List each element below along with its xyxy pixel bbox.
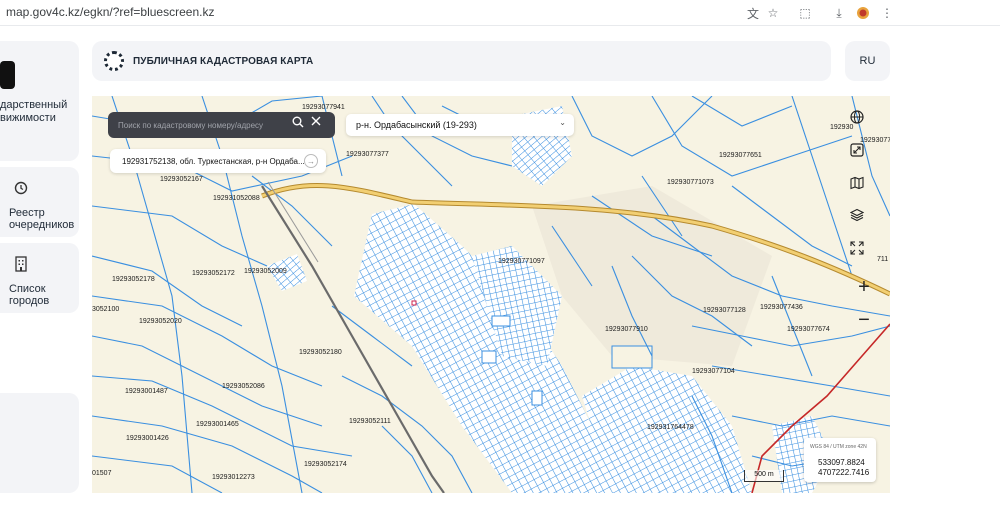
address-bar[interactable]: map.gov4c.kz/egkn/?ref=bluescreen.kz — [6, 5, 214, 19]
emblem-icon — [104, 51, 124, 71]
district-select[interactable]: р-н. Ордабасынский (19-293) ⌄ — [346, 114, 574, 136]
parcel-label[interactable]: 711 — [877, 256, 888, 263]
search-result-text: 192931752138, обл. Туркестанская, р-н Ор… — [122, 157, 304, 166]
close-icon[interactable] — [311, 116, 329, 134]
zoom-in-icon[interactable]: + — [850, 273, 878, 301]
sidebar-item-cities[interactable]: Список городов — [0, 243, 79, 313]
parcel-label[interactable]: 19293052172 — [192, 270, 235, 277]
parcel-label[interactable]: 19293077651 — [719, 152, 762, 159]
parcel-label[interactable]: 19293012273 — [212, 474, 255, 481]
parcel-label[interactable]: 19293077377 — [346, 151, 389, 158]
promo-card — [0, 393, 79, 493]
menu-icon[interactable]: ⋮ — [878, 4, 896, 22]
language-selector[interactable]: RU — [845, 41, 890, 81]
translate-icon[interactable]: 文 — [744, 4, 762, 22]
building-icon — [10, 253, 32, 275]
parcel-label[interactable]: 19293001465 — [196, 421, 239, 428]
search-result-item[interactable]: 192931752138, обл. Туркестанская, р-н Ор… — [110, 149, 326, 173]
map-book-icon[interactable] — [850, 176, 878, 204]
chevron-down-icon: ⌄ — [559, 118, 566, 127]
fullscreen-icon[interactable] — [850, 143, 878, 171]
page-header: ПУБЛИЧНАЯ КАДАСТРОВАЯ КАРТА — [92, 41, 831, 81]
district-value: р-н. Ордабасынский (19-293) — [356, 120, 477, 130]
sidebar-item-label: городов — [9, 295, 50, 307]
clock-icon — [10, 177, 32, 199]
brand-line-2: вижимости — [0, 112, 56, 124]
browser-toolbar: map.gov4c.kz/egkn/?ref=bluescreen.kz 文 ☆… — [0, 0, 1000, 26]
sidebar-item-label: очередников — [9, 219, 75, 231]
sidebar-item-queue[interactable]: Реестр очередников — [0, 167, 79, 237]
parcel-label[interactable]: 19293052167 — [160, 176, 203, 183]
parcel-label[interactable]: 19293052020 — [139, 318, 182, 325]
parcel-label[interactable]: 19293052086 — [222, 383, 265, 390]
download-icon[interactable]: ⤓ — [830, 4, 848, 22]
parcel-label[interactable]: 19293001487 — [125, 388, 168, 395]
search-box — [108, 112, 335, 138]
profile-icon[interactable] — [854, 4, 872, 22]
page-title: ПУБЛИЧНАЯ КАДАСТРОВАЯ КАРТА — [133, 56, 314, 67]
zoom-out-icon[interactable]: − — [850, 306, 878, 334]
brand-card: дарственный вижимости — [0, 41, 79, 161]
coordinates-panel: WGS 84 / UTM zone 42N 533097.8824 470722… — [804, 438, 876, 482]
layers-icon[interactable] — [850, 208, 878, 236]
parcel-label[interactable]: 19293077910 — [605, 326, 648, 333]
parcel-label[interactable]: 192931052088 — [213, 195, 260, 202]
parcel-label[interactable]: 19293077104 — [692, 368, 735, 375]
star-icon[interactable]: ☆ — [764, 4, 782, 22]
parcel-label[interactable]: 19293077436 — [760, 304, 803, 311]
scale-bar: 500 m — [744, 470, 784, 482]
parcel-label[interactable]: 19293001426 — [126, 435, 169, 442]
search-icon[interactable] — [292, 116, 310, 134]
parcel-label[interactable]: 19293052178 — [112, 276, 155, 283]
parcel-label[interactable]: 19293077128 — [703, 307, 746, 314]
parcel-label[interactable]: 19293052009 — [244, 268, 287, 275]
parcel-label[interactable]: 3052100 — [92, 306, 119, 313]
extensions-icon[interactable]: ⬚ — [796, 4, 814, 22]
parcel-label[interactable]: 192930771097 — [498, 258, 545, 265]
projection-label: WGS 84 / UTM zone 42N — [810, 444, 867, 450]
parcel-label[interactable]: 19293077941 — [302, 104, 345, 111]
coord-y: 4707222.7416 — [818, 468, 870, 477]
cadastral-map[interactable]: 19293077941 19293077377 192930 19293077 1… — [92, 96, 890, 493]
globe-icon[interactable] — [850, 110, 878, 138]
parcel-label[interactable]: 19293052180 — [299, 349, 342, 356]
parcel-label[interactable]: 01507 — [92, 470, 111, 477]
parcel-label[interactable]: 192930771073 — [667, 179, 714, 186]
parcel-label[interactable]: 19293077674 — [787, 326, 830, 333]
expand-icon[interactable] — [850, 241, 878, 269]
parcel-label[interactable]: 19293052174 — [304, 461, 347, 468]
coord-x: 533097.8824 — [818, 458, 865, 467]
arrow-right-icon[interactable]: → — [304, 154, 318, 168]
search-input[interactable] — [118, 118, 283, 132]
parcel-label[interactable]: 192931764478 — [647, 424, 694, 431]
logo-block — [0, 61, 15, 89]
parcel-label[interactable]: 19293052111 — [349, 418, 391, 425]
brand-line-1: дарственный — [0, 99, 68, 111]
